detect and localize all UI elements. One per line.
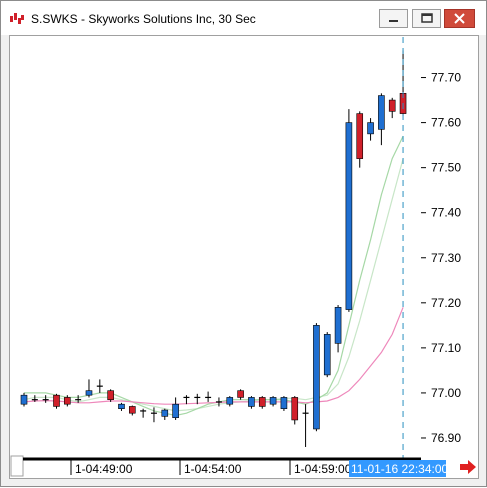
- cursor-time-label: 11-01-16 22:34:00: [351, 462, 449, 476]
- y-tick-label: 77.50: [431, 161, 461, 175]
- candle-up: [345, 122, 353, 310]
- x-tick-label: 1-04:59:00: [294, 462, 352, 476]
- candle-up: [280, 397, 288, 409]
- candle-up: [367, 122, 374, 135]
- price-chart[interactable]: 77.70 77.60 77.50 77.40 77.30 77.20 77.10 77.00…: [1, 1, 487, 488]
- candle-up: [161, 409, 169, 417]
- candle-down: [129, 406, 136, 414]
- candle-up: [269, 397, 277, 405]
- y-tick-label: 77.00: [431, 386, 461, 400]
- candle-down: [291, 397, 299, 421]
- candle-down: [53, 394, 60, 407]
- axis-corner-box: [10, 455, 24, 477]
- chart-window: S.SWKS - Skyworks Solutions Inc, 30 Sec …: [0, 0, 487, 487]
- candle-down: [237, 390, 244, 398]
- moving-average-long: [23, 307, 404, 405]
- candle-down: [356, 113, 364, 159]
- candle-down: [258, 397, 266, 407]
- y-tick-label: 77.30: [431, 251, 461, 265]
- x-tick-label: 1-04:54:00: [184, 462, 242, 476]
- candle-up: [226, 397, 234, 405]
- y-tick-label: 76.90: [431, 431, 461, 445]
- candle-up: [323, 334, 331, 376]
- candle-up: [172, 403, 179, 419]
- y-tick-label: 77.20: [431, 296, 461, 310]
- candle-down: [388, 99, 396, 112]
- candle-down: [107, 390, 114, 400]
- candle-up: [313, 325, 320, 430]
- candle-up: [20, 394, 28, 405]
- y-tick-label: 77.10: [431, 341, 461, 355]
- candle-up: [118, 403, 125, 409]
- y-tick-label: 77.70: [431, 71, 461, 85]
- candle-up: [378, 95, 385, 130]
- x-tick-label: 1-04:49:00: [75, 462, 133, 476]
- candle-up: [248, 397, 255, 407]
- red-arrow-right-icon[interactable]: [460, 460, 476, 474]
- candle-down: [64, 397, 71, 405]
- y-tick-label: 77.60: [431, 116, 461, 130]
- y-tick-label: 77.40: [431, 206, 461, 220]
- candle-up: [85, 390, 93, 396]
- candle-up: [334, 307, 342, 344]
